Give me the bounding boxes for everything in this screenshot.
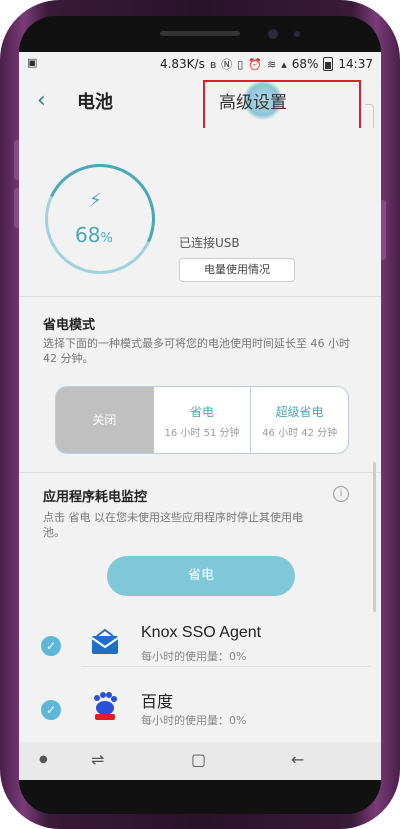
list-item[interactable]: ✓ Knox SSO Agent 每小时的使用量：0% <box>19 622 381 684</box>
screen: ▣ 4.83K/s ʙ Ⓝ ▯ ⏰ ≋ ▴ 68% 14:37 ‹ 电池 高级设… <box>19 52 381 780</box>
mode-off[interactable]: 关闭 <box>56 387 153 453</box>
back-icon[interactable]: ← <box>291 750 304 769</box>
page-title: 电池 <box>77 92 113 113</box>
battery-icon <box>323 57 334 71</box>
power-saving-description: 选择下面的一种模式最多可将您的电池使用时间延长至 46 小时 42 分钟。 <box>43 337 350 365</box>
notification-icon: ▣ <box>27 56 38 69</box>
battery-percent-value: 68 <box>75 223 101 247</box>
mode-ultra-power-saving[interactable]: 超级省电 46 小时 42 分钟 <box>250 387 348 453</box>
battery-level: 68% <box>75 223 113 247</box>
mode-power-saving[interactable]: 省电 16 小时 51 分钟 <box>152 387 251 453</box>
earpiece-speaker <box>160 31 240 36</box>
clock: 14:37 <box>338 57 373 71</box>
checkbox-checked-icon[interactable]: ✓ <box>41 636 61 656</box>
row-divider <box>81 666 371 667</box>
vibrate-icon: ▯ <box>237 57 244 71</box>
app-monitor-title: 应用程序耗电监控 <box>43 490 148 505</box>
mail-icon <box>91 628 119 654</box>
divider <box>19 296 381 297</box>
checkbox-checked-icon[interactable]: ✓ <box>41 700 61 720</box>
baidu-icon <box>94 692 117 720</box>
sensor-icon <box>294 31 300 37</box>
list-item[interactable]: ✓ 百度 每小时的使用量：0% <box>19 686 381 748</box>
power-saving-title: 省电模式 <box>43 318 96 333</box>
app-name: 百度 <box>141 694 174 711</box>
app-usage: 每小时的使用量：0% <box>141 714 247 727</box>
front-camera-icon <box>268 29 278 39</box>
save-power-button[interactable]: 省电 <box>107 556 295 596</box>
mode-ultra-time: 46 小时 42 分钟 <box>262 428 338 439</box>
nfc-icon: Ⓝ <box>221 58 233 71</box>
bottom-bezel <box>19 780 381 814</box>
info-icon[interactable]: i <box>333 486 349 502</box>
mode-power-saving-label: 省电 <box>190 405 215 419</box>
battery-percent-unit: % <box>100 231 113 246</box>
battery-ring-arc <box>29 148 171 290</box>
mode-off-label: 关闭 <box>92 413 117 427</box>
mode-power-saving-time: 16 小时 51 分钟 <box>164 428 240 439</box>
alarm-icon: ⏰ <box>248 57 262 71</box>
signal-icon: ▴ <box>281 57 287 71</box>
highlight-box <box>203 80 361 134</box>
status-bar: ▣ 4.83K/s ʙ Ⓝ ▯ ⏰ ≋ ▴ 68% 14:37 <box>19 52 381 74</box>
recents-icon[interactable]: ⇌ <box>91 750 104 769</box>
battery-percent: 68% <box>291 57 319 71</box>
bluetooth-icon: ʙ <box>209 57 217 71</box>
back-arrow-icon[interactable]: ‹ <box>37 88 46 113</box>
app-monitor-description: 点击 省电 以在您未使用这些应用程序时停止其使用电池。 <box>43 511 303 539</box>
mode-ultra-label: 超级省电 <box>275 405 324 419</box>
network-speed: 4.83K/s <box>159 57 205 71</box>
power-mode-selector: 关闭 省电 16 小时 51 分钟 超级省电 46 小时 42 分钟 <box>55 386 349 454</box>
connection-status: 已连接USB <box>179 236 240 250</box>
battery-status-card: ⚡ 68% 已连接USB 电量使用情况 <box>19 128 381 296</box>
dot-icon[interactable]: ● <box>39 754 48 765</box>
wifi-icon: ≋ <box>266 57 277 71</box>
scrollbar[interactable] <box>373 462 376 612</box>
app-name: Knox SSO Agent <box>141 624 262 641</box>
navigation-bar: ● ⇌ ▢ ← <box>19 742 381 780</box>
battery-usage-button[interactable]: 电量使用情况 <box>179 258 295 282</box>
charging-bolt-icon: ⚡ <box>89 190 102 211</box>
app-usage: 每小时的使用量：0% <box>141 650 247 663</box>
home-icon[interactable]: ▢ <box>191 750 206 769</box>
divider <box>19 472 381 473</box>
